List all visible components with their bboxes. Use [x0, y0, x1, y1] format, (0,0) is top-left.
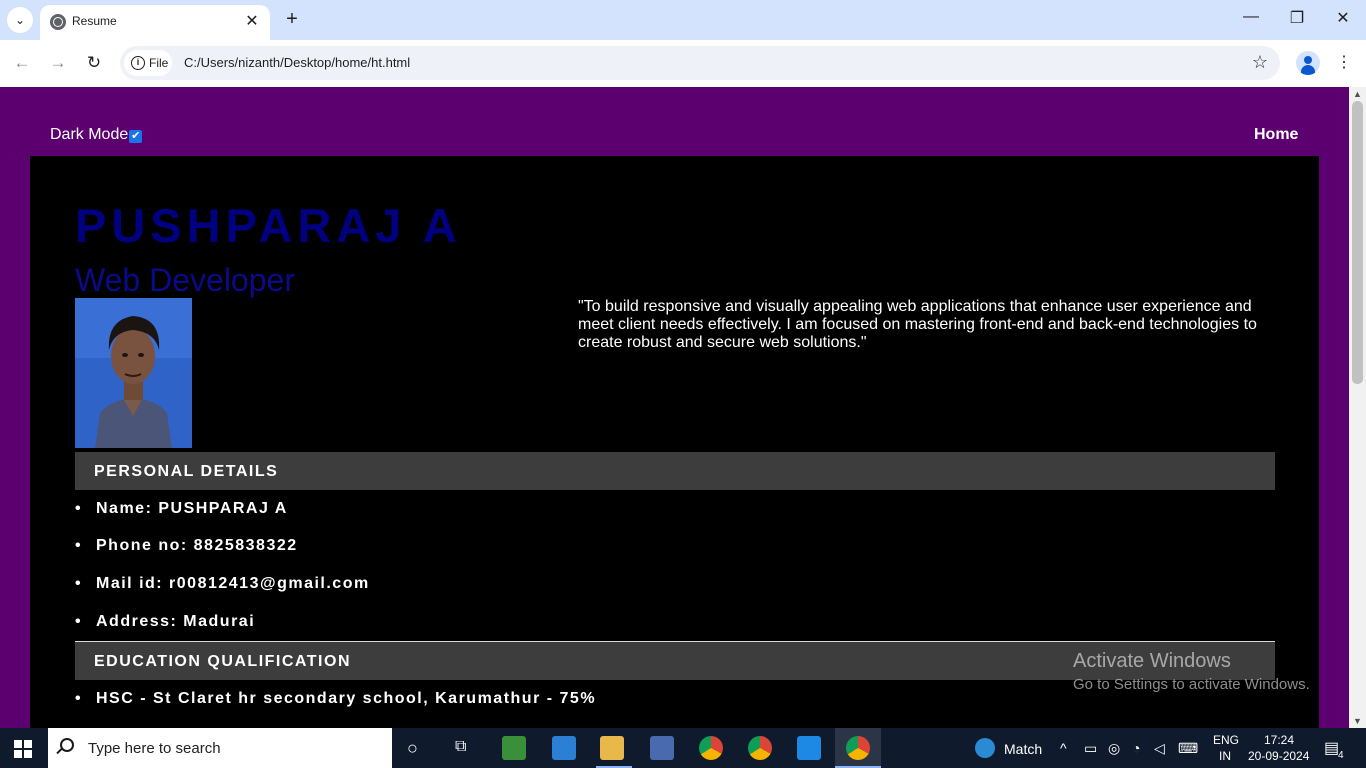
home-link[interactable]: Home	[1254, 126, 1298, 144]
reload-icon[interactable]: ↻	[82, 51, 106, 75]
url-text[interactable]: C:/Users/nizanth/Desktop/home/ht.html	[184, 55, 410, 70]
bullet-icon: •	[75, 500, 83, 517]
back-arrow-icon[interactable]: ←	[10, 51, 34, 75]
dark-mode-label: Dark Mode	[50, 126, 129, 143]
dark-mode-checkbox[interactable]: ✔	[129, 129, 143, 143]
scroll-thumb[interactable]	[1352, 101, 1363, 384]
bullet-icon: •	[75, 575, 83, 592]
bullet-icon: •	[75, 613, 83, 630]
info-icon: i	[131, 56, 145, 70]
chrome-icon[interactable]	[699, 736, 723, 760]
clock-date[interactable]: 20-09-2024	[1248, 749, 1309, 763]
scroll-up-icon[interactable]: ▲	[1353, 89, 1362, 99]
new-tab-button[interactable]: +	[282, 8, 302, 31]
restore-button[interactable]: ❐	[1282, 8, 1312, 28]
windows-start-icon[interactable]	[14, 740, 32, 758]
taskbar-search-placeholder: Type here to search	[88, 740, 221, 757]
vscode-icon[interactable]	[797, 736, 821, 760]
profile-avatar-icon[interactable]	[1296, 51, 1320, 75]
chevron-down-icon: ⌄	[14, 13, 26, 27]
network-app-icon[interactable]	[650, 736, 674, 760]
browser-tab[interactable]: Resume ✕	[40, 5, 270, 40]
bullet-icon: •	[75, 690, 83, 707]
taskbar-search-box[interactable]: Type here to search	[48, 728, 392, 768]
cortana-icon[interactable]: ○	[407, 738, 418, 759]
list-item: • Name: PUSHPARAJ A	[75, 500, 288, 518]
tab-search-button[interactable]: ⌄	[7, 7, 33, 33]
list-item: • Address: Madurai	[75, 613, 255, 631]
chrome-active-icon[interactable]	[846, 736, 870, 760]
notification-icon[interactable]: ▤	[1324, 738, 1339, 758]
bookmark-star-icon[interactable]: ☆	[1252, 52, 1268, 73]
job-title: Web Developer	[75, 262, 295, 298]
globe-icon	[50, 14, 66, 30]
close-tab-icon[interactable]: ✕	[242, 11, 262, 31]
browser-toolbar: ← → ↻ i File C:/Users/nizanth/Desktop/ho…	[0, 40, 1366, 87]
page-viewport: Dark Mode ✔ Home PUSHPARAJ A Web Develop…	[0, 87, 1349, 728]
section-title: EDUCATION QUALIFICATION	[94, 653, 351, 670]
list-item-text: Name: PUSHPARAJ A	[96, 500, 288, 517]
mail-icon[interactable]	[552, 736, 576, 760]
activate-windows-title: Activate Windows	[1073, 650, 1231, 672]
resume-container: PUSHPARAJ A Web Developer "To build resp…	[30, 156, 1319, 728]
spreadsheet-app-icon[interactable]	[502, 736, 526, 760]
weather-icon[interactable]	[975, 738, 995, 758]
list-item-text: Phone no: 8825838322	[96, 537, 298, 554]
chevron-up-icon[interactable]: ^	[1060, 740, 1067, 756]
career-objective: "To build responsive and visually appeal…	[578, 298, 1257, 351]
language-top[interactable]: ENG	[1213, 733, 1239, 747]
tab-title: Resume	[72, 14, 117, 28]
kebab-menu-icon[interactable]: ⋮	[1336, 51, 1352, 75]
profile-photo	[75, 298, 192, 448]
list-item: • HSC - St Claret hr secondary school, Ka…	[75, 690, 596, 708]
activate-windows-subtitle: Go to Settings to activate Windows.	[1073, 676, 1310, 693]
keyboard-icon[interactable]: ⌨	[1178, 740, 1198, 757]
resume-name: PUSHPARAJ A	[75, 199, 462, 252]
site-info-chip[interactable]: i File	[124, 50, 172, 76]
personal-details-header: PERSONAL DETAILS	[75, 452, 1275, 490]
language-bottom[interactable]: IN	[1219, 749, 1231, 763]
scroll-down-icon[interactable]: ▼	[1353, 716, 1362, 726]
windows-taskbar: Type here to search ○ ⧉ Match ^ ▭ ◎ ◔ ◁ …	[0, 728, 1366, 768]
list-item-text: HSC - St Claret hr secondary school, Kar…	[96, 690, 597, 707]
file-explorer-icon[interactable]	[600, 736, 624, 760]
camera-icon[interactable]: ◎	[1108, 740, 1120, 757]
weather-label[interactable]: Match	[1004, 741, 1042, 757]
site-chip-label: File	[149, 56, 169, 70]
list-item-text: Address: Madurai	[96, 613, 256, 630]
section-title: PERSONAL DETAILS	[94, 463, 279, 480]
notification-count: 4	[1338, 750, 1344, 761]
battery-icon[interactable]: ▭	[1084, 740, 1097, 757]
list-item-text: Mail id: r00812413@gmail.com	[96, 575, 370, 592]
chrome-profile-icon[interactable]	[748, 736, 772, 760]
list-item: • Phone no: 8825838322	[75, 537, 298, 555]
task-view-icon[interactable]: ⧉	[455, 738, 466, 756]
dark-mode-toggle[interactable]: Dark Mode ✔	[50, 126, 143, 144]
bullet-icon: •	[75, 537, 83, 554]
page-scrollbar[interactable]: ▲ ▼	[1349, 87, 1366, 728]
list-item: • Mail id: r00812413@gmail.com	[75, 575, 370, 593]
forward-arrow-icon[interactable]: →	[46, 51, 70, 75]
search-icon	[60, 738, 74, 752]
volume-icon[interactable]: ◁	[1154, 740, 1165, 757]
address-bar[interactable]: i File C:/Users/nizanth/Desktop/home/ht.…	[120, 46, 1280, 80]
close-window-button[interactable]: ✕	[1328, 8, 1358, 28]
minimize-button[interactable]: —	[1236, 8, 1266, 26]
wifi-icon[interactable]: ◔	[1132, 740, 1140, 756]
clock-time[interactable]: 17:24	[1264, 733, 1294, 747]
browser-tab-bar: ⌄ Resume ✕ + — ❐ ✕	[0, 0, 1366, 40]
